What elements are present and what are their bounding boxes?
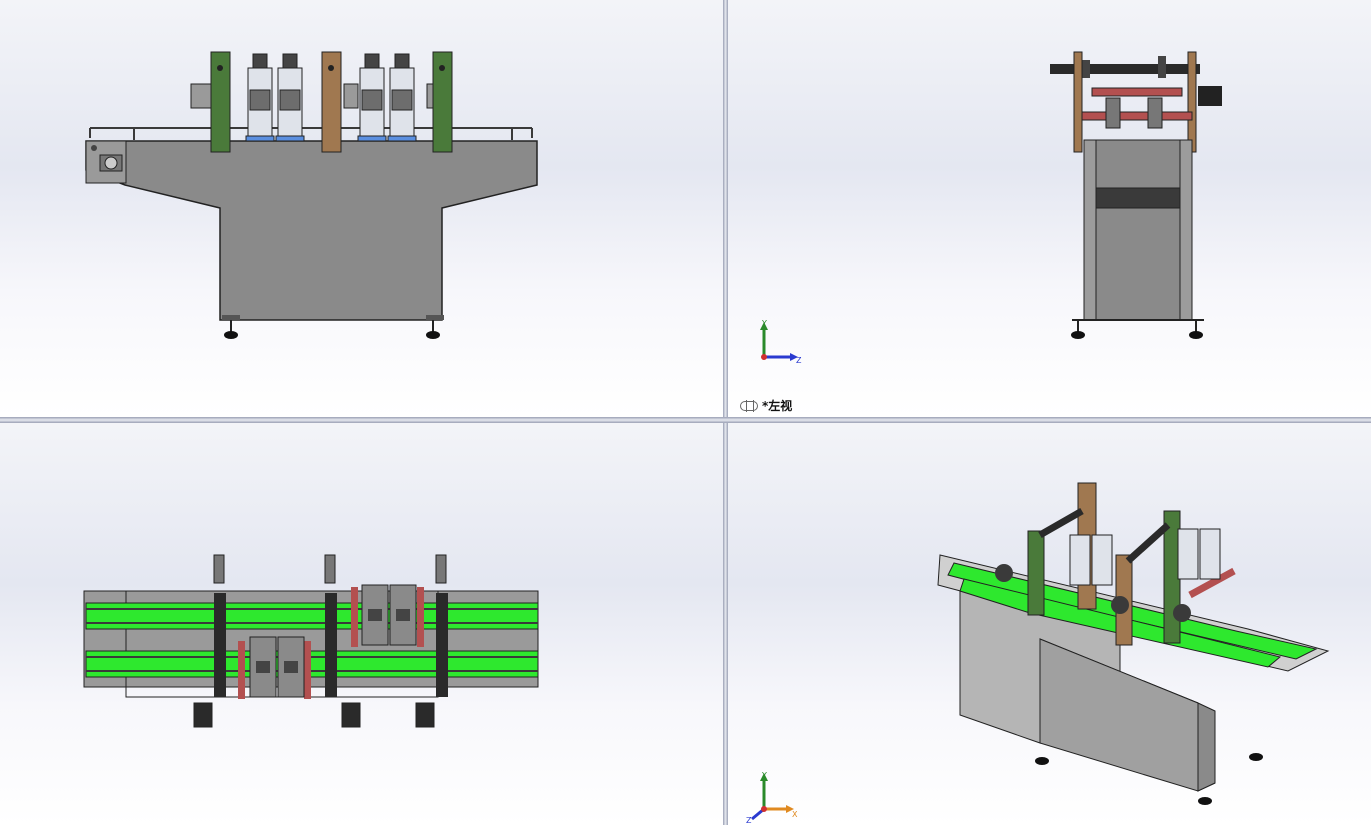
axis-triad-iso: Y X Z bbox=[746, 771, 798, 825]
vertical-splitter[interactable] bbox=[723, 0, 728, 825]
axis-triad: Y Z bbox=[760, 319, 802, 365]
triad-z-label-iso: Z bbox=[746, 816, 752, 825]
left-view-model: Y Z bbox=[760, 51, 1222, 365]
view-name-label: *左视 bbox=[740, 397, 792, 414]
triad-x-label-iso: X bbox=[792, 810, 798, 819]
cad-window: Y Z *左视 Y X Z bbox=[0, 0, 1371, 825]
viewport-left[interactable]: Y Z *左视 bbox=[728, 0, 1371, 417]
top-view-model bbox=[83, 554, 539, 728]
horizontal-splitter[interactable] bbox=[0, 417, 1371, 423]
viewport-top[interactable] bbox=[0, 423, 723, 825]
triad-z-label: Z bbox=[796, 356, 802, 365]
viewport-front[interactable] bbox=[0, 0, 723, 417]
front-view-model bbox=[85, 51, 538, 339]
triad-y-label: Y bbox=[761, 319, 767, 328]
isometric-view-model: Y X Z bbox=[746, 482, 1330, 825]
triad-y-label-iso: Y bbox=[761, 771, 767, 780]
viewport-isometric[interactable]: Y X Z bbox=[728, 423, 1371, 825]
view-name-text: *左视 bbox=[762, 399, 793, 413]
link-icon bbox=[740, 399, 758, 412]
